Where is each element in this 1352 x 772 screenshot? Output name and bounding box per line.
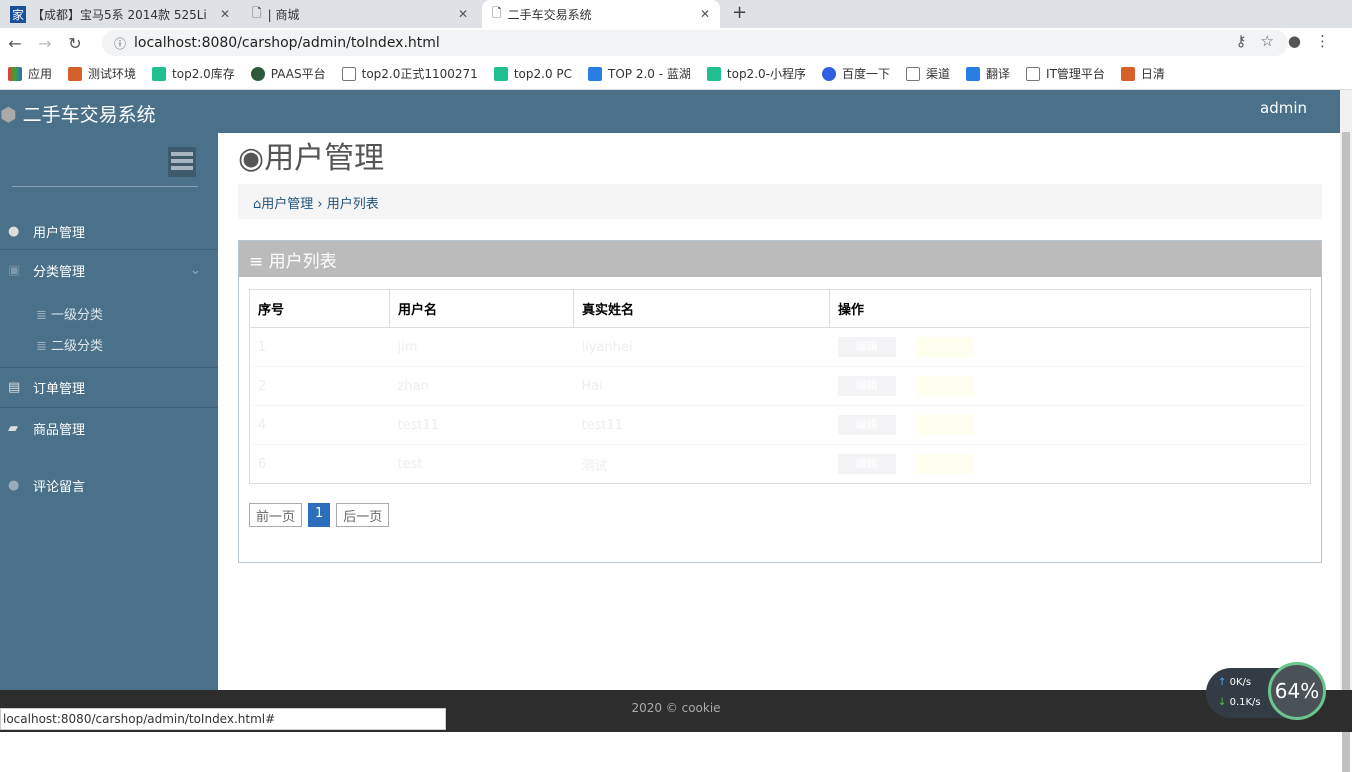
- new-tab-button[interactable]: +: [732, 2, 747, 23]
- sidebar-item-users[interactable]: ● 用户管理: [0, 213, 218, 250]
- tab-2[interactable]: 🗋 | 商城 ✕: [242, 0, 478, 28]
- bookmark[interactable]: top2.0-小程序: [706, 65, 806, 82]
- col-header: 真实姓名: [573, 289, 830, 328]
- user-menu[interactable]: admin: [1260, 99, 1307, 117]
- back-icon[interactable]: ←: [0, 34, 30, 53]
- page-icon: 🗋: [252, 5, 262, 20]
- menu-toggle-icon[interactable]: [168, 147, 196, 177]
- network-monitor-widget[interactable]: ↑ 0K/s ↓ 0.1K/s 64%: [1206, 662, 1326, 720]
- scrollbar[interactable]: [1340, 90, 1352, 772]
- bookmark[interactable]: 百度一下: [821, 65, 890, 82]
- sidebar-item-categories[interactable]: ▣ 分类管理 ⌄: [0, 250, 218, 290]
- bag-icon: ▰: [8, 420, 18, 436]
- edit-button[interactable]: 编辑: [837, 454, 896, 474]
- bookmark[interactable]: 翻译: [966, 65, 1010, 82]
- tab-1[interactable]: 家【成都】宝马5系 2014款 525Li ✕: [0, 0, 240, 28]
- edit-button[interactable]: 编辑: [837, 415, 896, 435]
- sidebar-item-orders[interactable]: ▤ 订单管理: [0, 367, 218, 408]
- cpu-gauge: 64%: [1268, 662, 1326, 720]
- favicon: 家: [10, 5, 27, 23]
- browser-tabbar: 家【成都】宝马5系 2014款 525Li ✕ 🗋 | 商城 ✕ 🗋 二手车交易系统 ✕ …: [0, 0, 1352, 28]
- col-header: 操作: [829, 289, 1311, 328]
- list-icon: ≡: [249, 252, 264, 272]
- user-icon: ●: [8, 477, 20, 493]
- close-icon[interactable]: ✕: [220, 7, 230, 21]
- col-header: 序号: [249, 289, 390, 328]
- user-circle-icon: ◉: [238, 141, 265, 176]
- divider: [12, 186, 198, 187]
- page-1-button[interactable]: 1: [308, 503, 331, 527]
- panel-heading: ≡ 用户列表: [239, 241, 1321, 277]
- status-bar-url: localhost:8080/carshop/admin/toIndex.htm…: [0, 708, 446, 730]
- sidebar-item-comments[interactable]: ● 评论留言: [0, 465, 218, 505]
- delete-button[interactable]: 删除: [915, 337, 974, 357]
- download-speed: ↓ 0.1K/s: [1218, 697, 1261, 708]
- bookmark[interactable]: 测试环境: [68, 65, 136, 82]
- bookmarks-bar: 应用 测试环境 top2.0库存 PAAS平台 top2.0正式1100271 …: [0, 58, 1352, 90]
- delete-button[interactable]: 删除: [915, 415, 974, 435]
- user-table: 序号 用户名 真实姓名 操作 1 jim liyanhei 编辑 删除 2 zhan Hai 编辑删…: [249, 289, 1311, 484]
- page-icon: 🗋: [492, 5, 502, 20]
- key-star-profile-menu-icons[interactable]: ⚷☆●⋮: [1235, 32, 1344, 50]
- bookmark[interactable]: TOP 2.0 - 蓝湖: [588, 65, 691, 82]
- bookmark[interactable]: 日清: [1120, 65, 1165, 82]
- bookmark[interactable]: 渠道: [906, 65, 950, 82]
- table-row: 2 zhan Hai 编辑 删除: [249, 366, 1311, 406]
- sidebar-subitem-level1[interactable]: ≣ 一级分类: [36, 304, 103, 323]
- upload-speed: ↑ 0K/s: [1218, 677, 1252, 688]
- table-row: 4 test11 test11 编辑 删除: [249, 405, 1311, 445]
- info-icon: ⓘ: [114, 36, 127, 51]
- cubes-icon: ⬢: [0, 104, 17, 126]
- delete-button[interactable]: 删除: [915, 376, 974, 396]
- sidebar: ● 用户管理 ▣ 分类管理 ⌄ ≣ 一级分类 ≣ 二级分类 ▤ 订单管理 ▰ 商品管理 ●…: [0, 133, 218, 690]
- image-icon: ▣: [8, 262, 21, 278]
- bookmark[interactable]: IT管理平台: [1026, 65, 1105, 82]
- chevron-down-icon: ⌄: [190, 262, 201, 278]
- edit-button[interactable]: 编辑: [837, 376, 896, 396]
- url-input[interactable]: ⓘ localhost:8080/carshop/admin/toIndex.ht…: [102, 30, 1288, 56]
- list-icon: ≣: [36, 339, 47, 354]
- app-logo[interactable]: ⬢ 二手车交易系统: [0, 100, 156, 127]
- forward-icon[interactable]: →: [30, 34, 60, 53]
- breadcrumb: ⌂用户管理 › 用户列表: [238, 184, 1322, 219]
- main-content: ◉用户管理 ⌂用户管理 › 用户列表 ≡ 用户列表 序号 用户名 真实姓名 操作 1j…: [218, 133, 1340, 690]
- user-icon: ●: [8, 223, 20, 239]
- reload-icon[interactable]: ↻: [60, 34, 90, 53]
- table-row: 1 jim liyanhei 编辑 删除: [249, 327, 1311, 367]
- col-header: 用户名: [389, 289, 574, 328]
- edit-button[interactable]: 编辑: [837, 337, 896, 357]
- bookmark[interactable]: 应用: [8, 65, 52, 82]
- user-list-panel: ≡ 用户列表 序号 用户名 真实姓名 操作 1 jim liyanhei 编辑 删除 2 zha…: [238, 240, 1322, 563]
- next-page-button[interactable]: 后一页: [336, 503, 390, 527]
- file-icon: ▤: [8, 380, 21, 395]
- close-icon[interactable]: ✕: [700, 7, 710, 21]
- pagination: 前一页 1 后一页: [249, 503, 390, 527]
- breadcrumb-link[interactable]: 用户管理: [261, 197, 313, 212]
- prev-page-button[interactable]: 前一页: [249, 503, 303, 527]
- bookmark[interactable]: top2.0 PC: [493, 66, 572, 81]
- address-bar-row: ← → ↻ ⓘ localhost:8080/carshop/admin/toInde…: [0, 28, 1352, 58]
- bookmark[interactable]: PAAS平台: [250, 65, 326, 82]
- close-icon[interactable]: ✕: [458, 7, 468, 21]
- tab-3[interactable]: 🗋 二手车交易系统 ✕: [482, 0, 720, 28]
- app-header: ⬢ 二手车交易系统 admin: [0, 90, 1340, 133]
- sidebar-subitem-level2[interactable]: ≣ 二级分类: [36, 335, 103, 354]
- bookmark[interactable]: top2.0库存: [152, 65, 235, 82]
- bookmark[interactable]: top2.0正式1100271: [341, 65, 478, 82]
- table-row: 6 test 测试 编辑 删除: [249, 444, 1311, 484]
- page-title: ◉用户管理: [238, 141, 385, 176]
- sidebar-item-products[interactable]: ▰ 商品管理: [0, 408, 218, 448]
- list-icon: ≣: [36, 308, 47, 323]
- delete-button[interactable]: 删除: [915, 454, 974, 474]
